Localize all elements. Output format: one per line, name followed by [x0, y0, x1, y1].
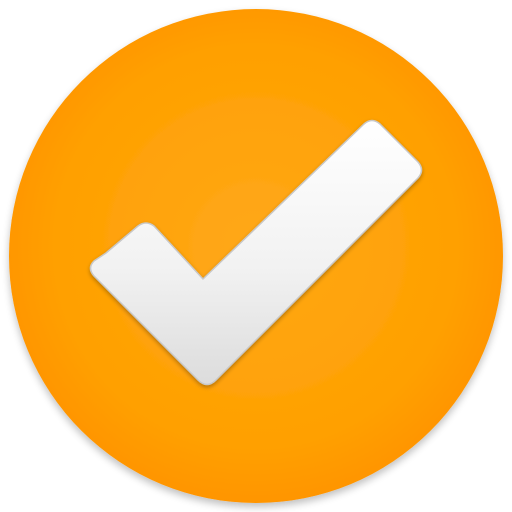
check-circle-icon	[9, 9, 503, 503]
checkmark-badge	[0, 0, 512, 512]
